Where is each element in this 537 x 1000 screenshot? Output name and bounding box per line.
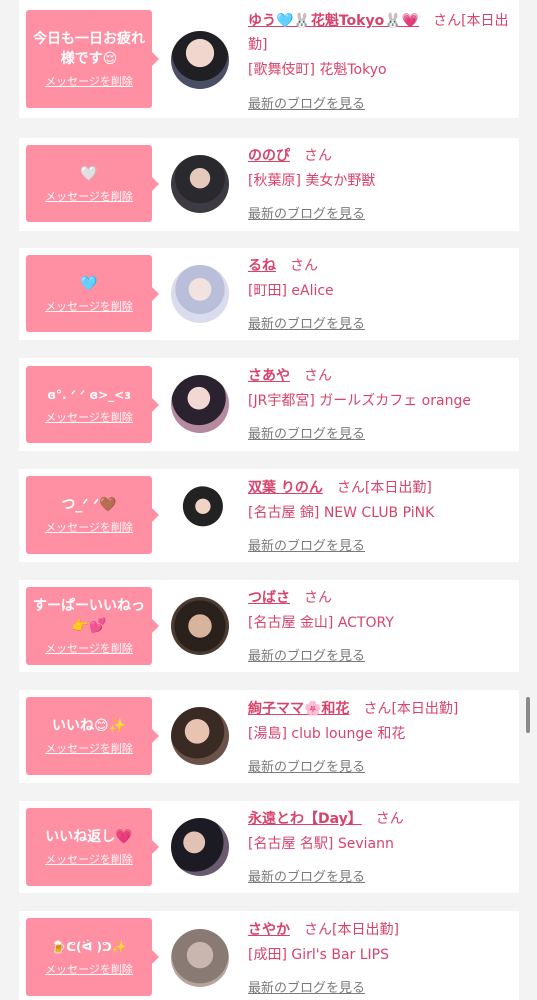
delete-message-button[interactable]: メッセージを削除 <box>45 519 133 535</box>
cast-name-link[interactable]: さあや <box>248 368 290 384</box>
shop-name: [歌舞伎町] 花魁Tokyo <box>248 62 387 78</box>
shop-name: [成田] Girl's Bar LIPS <box>248 947 389 963</box>
list-item: いいね😊✨ メッセージを削除 絢子ママ🌸和花 さん[本日出勤] [湯島] club… <box>19 690 519 783</box>
list-item: 🩵 メッセージを削除 るね さん [町田] eAlice 最新のブログを見る <box>19 248 519 340</box>
message-text: 🍺ᕦ(ᐛ )ᕤ✨ <box>51 940 127 954</box>
avatar[interactable] <box>171 707 229 765</box>
shop-name: [名古屋 名駅] Seviann <box>248 836 394 852</box>
work-status: [本日出勤] <box>332 922 399 938</box>
message-text: 🩵 <box>80 275 98 292</box>
avatar[interactable] <box>171 597 229 655</box>
shop-name: [名古屋 錦] NEW CLUB PiNK <box>248 505 435 521</box>
blog-link[interactable]: 最新のブログを見る <box>248 313 365 332</box>
message-bubble: 今日も一日お疲れ様です😌 メッセージを削除 <box>26 10 159 108</box>
message-bubble: いいね返し💗 メッセージを削除 <box>26 808 159 886</box>
list-item: ɞ°. ᐟ ᐟ ɞ>_<ɜ メッセージを削除 さあや さん [JR宇都宮] ガール… <box>19 358 519 451</box>
avatar[interactable] <box>171 265 229 323</box>
message-text: 🤍 <box>80 165 98 182</box>
honorific: さん <box>433 13 462 29</box>
shop-name: [JR宇都宮] ガールズカフェ orange <box>248 393 471 409</box>
avatar[interactable] <box>171 155 229 213</box>
shop-name: [秋葉原] 美女か野獣 <box>248 173 376 189</box>
message-bubble: ɞ°. ᐟ ᐟ ɞ>_<ɜ メッセージを削除 <box>26 366 159 443</box>
avatar[interactable] <box>171 929 229 987</box>
scrollbar[interactable] <box>526 697 530 733</box>
blog-link[interactable]: 最新のブログを見る <box>248 977 365 996</box>
cast-name-link[interactable]: さやか <box>248 922 290 938</box>
cast-name-link[interactable]: ののぴ <box>248 148 290 164</box>
list-item: 🍺ᕦ(ᐛ )ᕤ✨ メッセージを削除 さやか さん[本日出勤] [成田] Girl'… <box>19 911 519 1000</box>
work-status: [本日出勤] <box>391 701 459 717</box>
delete-message-button[interactable]: メッセージを削除 <box>45 188 133 204</box>
message-bubble: 🤍 メッセージを削除 <box>26 145 159 222</box>
cast-name-link[interactable]: 双葉 りのん <box>248 480 323 496</box>
blog-link[interactable]: 最新のブログを見る <box>248 423 365 442</box>
delete-message-button[interactable]: メッセージを削除 <box>45 298 133 314</box>
delete-message-button[interactable]: メッセージを削除 <box>45 961 133 977</box>
honorific: さん <box>304 590 332 606</box>
delete-message-button[interactable]: メッセージを削除 <box>45 640 133 656</box>
shop-name: [名古屋 金山] ACTORY <box>248 615 394 631</box>
delete-message-button[interactable]: メッセージを削除 <box>45 740 133 756</box>
work-status: [本日出勤] <box>364 480 432 496</box>
shop-name: [町田] eAlice <box>248 283 334 299</box>
list-item: つ_ᐟ ᐟ🤎 メッセージを削除 双葉 りのん さん[本日出勤] [名古屋 錦] N… <box>19 469 519 562</box>
message-text: ɞ°. ᐟ ᐟ ɞ>_<ɜ <box>47 387 131 402</box>
avatar[interactable] <box>171 486 229 544</box>
blog-link[interactable]: 最新のブログを見る <box>248 645 365 664</box>
avatar[interactable] <box>171 375 229 433</box>
blog-link[interactable]: 最新のブログを見る <box>248 756 365 775</box>
blog-link[interactable]: 最新のブログを見る <box>248 535 365 554</box>
list-item: 🤍 メッセージを削除 ののぴ さん [秋葉原] 美女か野獣 最新のブログを見る <box>19 138 519 231</box>
cast-name-link[interactable]: つばさ <box>248 590 290 606</box>
delete-message-button[interactable]: メッセージを削除 <box>45 73 133 89</box>
delete-message-button[interactable]: メッセージを削除 <box>45 409 133 425</box>
shop-name: [湯島] club lounge 和花 <box>248 726 406 742</box>
message-bubble: 🍺ᕦ(ᐛ )ᕤ✨ メッセージを削除 <box>26 918 159 996</box>
cast-name-link[interactable]: 永遠とわ【Day】 <box>248 811 362 827</box>
avatar[interactable] <box>171 31 229 89</box>
cast-name-link[interactable]: るね <box>248 258 276 274</box>
avatar[interactable] <box>171 818 229 876</box>
blog-link[interactable]: 最新のブログを見る <box>248 866 365 885</box>
message-bubble: すーぱーいいねっ👉💕 メッセージを削除 <box>26 587 159 665</box>
blog-link[interactable]: 最新のブログを見る <box>248 93 365 112</box>
list-item: すーぱーいいねっ👉💕 メッセージを削除 つばさ さん [名古屋 金山] ACTOR… <box>19 580 519 672</box>
message-text: 今日も一日お疲れ様です😌 <box>33 31 145 67</box>
honorific: さん <box>375 811 404 827</box>
message-text: つ_ᐟ ᐟ🤎 <box>61 497 117 513</box>
honorific: さん <box>363 701 392 717</box>
message-text: すーぱーいいねっ👉💕 <box>33 598 145 634</box>
message-bubble: いいね😊✨ メッセージを削除 <box>26 697 159 775</box>
list-item: いいね返し💗 メッセージを削除 永遠とわ【Day】 さん [名古屋 名駅] Sev… <box>19 801 519 893</box>
cast-name-link[interactable]: ゆう🩵🐰花魁Tokyo🐰💗 <box>248 13 419 29</box>
honorific: さん <box>336 480 365 496</box>
delete-message-button[interactable]: メッセージを削除 <box>45 851 133 867</box>
message-bubble: つ_ᐟ ᐟ🤎 メッセージを削除 <box>26 476 159 554</box>
blog-link[interactable]: 最新のブログを見る <box>248 203 365 222</box>
message-text: いいね😊✨ <box>51 718 127 734</box>
honorific: さん <box>304 368 332 384</box>
cast-name-link[interactable]: 絢子ママ🌸和花 <box>248 701 349 717</box>
message-bubble: 🩵 メッセージを削除 <box>26 255 159 332</box>
list-item: 今日も一日お疲れ様です😌 メッセージを削除 ゆう🩵🐰花魁Tokyo🐰💗 さん[本日… <box>19 0 519 118</box>
message-text: いいね返し💗 <box>45 829 133 845</box>
honorific: さん <box>304 148 332 164</box>
honorific: さん <box>290 258 318 274</box>
honorific: さん <box>304 922 332 938</box>
